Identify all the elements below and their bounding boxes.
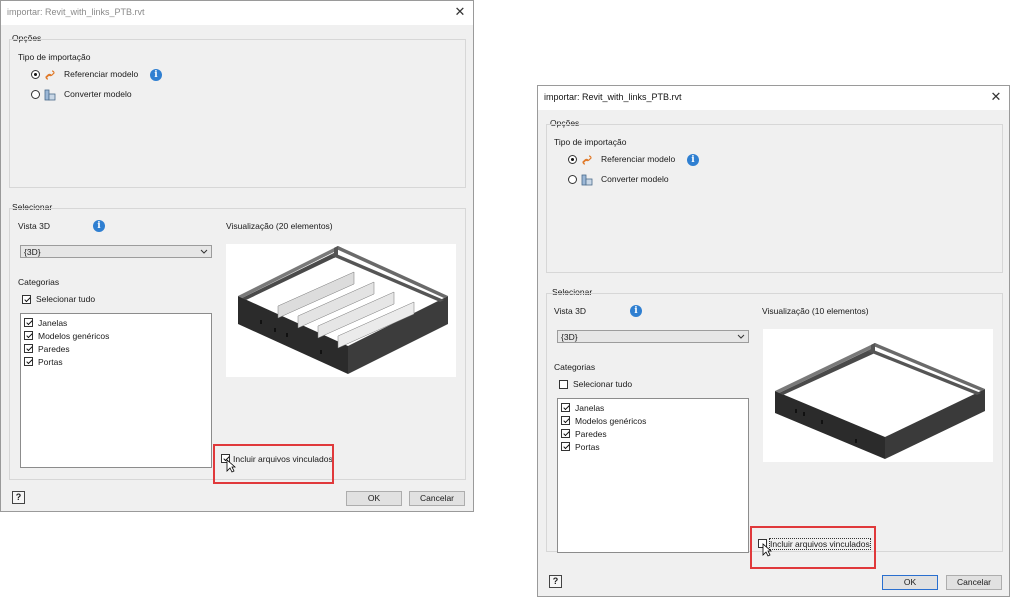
category-checkbox[interactable] [24, 357, 33, 366]
reference-model-radio[interactable] [568, 155, 577, 164]
link-icon [45, 70, 55, 80]
view3d-dropdown[interactable]: {3D} [20, 245, 212, 258]
reference-model-label: Referenciar modelo [64, 69, 139, 79]
category-label: Paredes [38, 344, 70, 354]
view3d-dropdown[interactable]: {3D} [557, 330, 749, 343]
ok-button[interactable]: OK [882, 575, 938, 590]
category-checkbox[interactable] [24, 331, 33, 340]
view3d-label: Vista 3D [554, 306, 586, 316]
reference-model-radio[interactable] [31, 70, 40, 79]
chevron-down-icon [737, 334, 745, 339]
preview-label: Visualização (20 elementos) [226, 221, 333, 231]
import-type-label: Tipo de importação [554, 137, 627, 147]
link-icon [582, 155, 592, 165]
category-label: Janelas [575, 403, 605, 413]
mouse-cursor-icon [226, 459, 236, 473]
view3d-label: Vista 3D [18, 221, 50, 231]
model-preview-image [238, 246, 448, 374]
info-icon[interactable]: i [93, 220, 105, 232]
category-checkbox[interactable] [561, 429, 570, 438]
category-checkbox[interactable] [24, 344, 33, 353]
ok-button[interactable]: OK [346, 491, 402, 506]
help-icon[interactable]: ? [549, 575, 562, 588]
close-icon[interactable]: ✕ [987, 88, 1005, 106]
info-icon[interactable]: i [150, 69, 162, 81]
category-checkbox[interactable] [561, 442, 570, 451]
close-icon[interactable]: ✕ [451, 3, 469, 21]
category-label: Portas [575, 442, 600, 452]
convert-model-radio[interactable] [568, 175, 577, 184]
model-preview-image [775, 343, 985, 459]
chevron-down-icon [200, 249, 208, 254]
categories-list[interactable]: Janelas Modelos genéricos Paredes Portas [557, 398, 749, 553]
dialog-title: importar: Revit_with_links_PTB.rvt [544, 92, 682, 102]
category-checkbox[interactable] [561, 416, 570, 425]
categories-label: Categorias [554, 362, 596, 372]
category-checkbox[interactable] [561, 403, 570, 412]
help-icon[interactable]: ? [12, 491, 25, 504]
cancel-button[interactable]: Cancelar [946, 575, 1002, 590]
dialog-title: importar: Revit_with_links_PTB.rvt [7, 7, 145, 17]
category-label: Modelos genéricos [575, 416, 647, 426]
select-all-checkbox[interactable] [559, 380, 568, 389]
preview-label: Visualização (10 elementos) [762, 306, 869, 316]
convert-model-label: Converter modelo [64, 89, 132, 99]
category-label: Portas [38, 357, 63, 367]
convert-model-radio[interactable] [31, 90, 40, 99]
import-type-label: Tipo de importação [18, 52, 91, 62]
category-checkbox[interactable] [24, 318, 33, 327]
convert-model-label: Converter modelo [601, 174, 669, 184]
import-dialog-2: importar: Revit_with_links_PTB.rvt ✕ Opç… [537, 85, 1010, 597]
title-bar: importar: Revit_with_links_PTB.rvt ✕ [1, 1, 473, 25]
import-dialog-1: importar: Revit_with_links_PTB.rvt ✕ Opç… [0, 0, 474, 512]
view3d-value: {3D} [24, 247, 41, 257]
categories-label: Categorias [18, 277, 60, 287]
category-label: Paredes [575, 429, 607, 439]
select-all-label: Selecionar tudo [573, 379, 633, 389]
category-label: Janelas [38, 318, 68, 328]
select-all-label: Selecionar tudo [36, 294, 96, 304]
model-preview [226, 244, 456, 377]
reference-model-label: Referenciar modelo [601, 154, 676, 164]
convert-model-icon [44, 89, 56, 101]
select-all-checkbox[interactable] [22, 295, 31, 304]
cancel-button[interactable]: Cancelar [409, 491, 465, 506]
info-icon[interactable]: i [687, 154, 699, 166]
category-label: Modelos genéricos [38, 331, 110, 341]
mouse-cursor-icon [762, 543, 772, 557]
model-preview [763, 329, 993, 462]
convert-model-icon [581, 174, 593, 186]
view3d-value: {3D} [561, 332, 578, 342]
title-bar: importar: Revit_with_links_PTB.rvt ✕ [538, 86, 1009, 110]
info-icon[interactable]: i [630, 305, 642, 317]
categories-list[interactable]: Janelas Modelos genéricos Paredes Portas [20, 313, 212, 468]
